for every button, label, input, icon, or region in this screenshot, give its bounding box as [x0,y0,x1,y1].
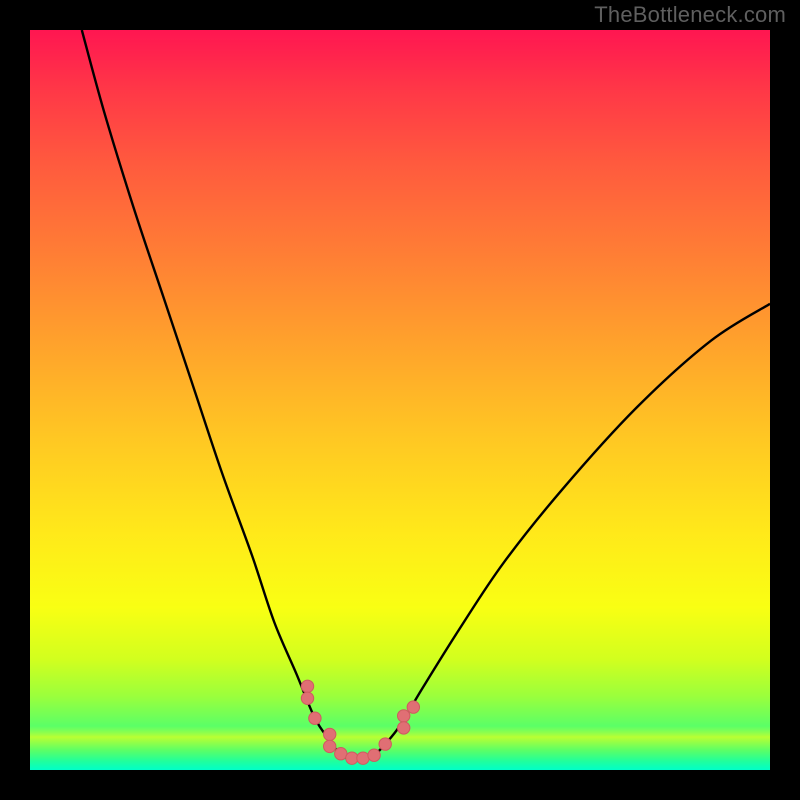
marker-double [398,710,410,734]
marker [357,752,369,764]
plot-area [30,30,770,770]
watermark-text: TheBottleneck.com [594,2,786,28]
curve-markers [301,680,419,764]
marker [368,749,380,761]
marker [309,712,321,724]
marker [379,738,391,750]
marker [407,701,419,713]
marker [346,752,358,764]
curve-svg [30,30,770,770]
chart-frame: TheBottleneck.com [0,0,800,800]
bottleneck-curve [82,30,770,759]
marker [335,748,347,760]
marker-double [324,728,336,752]
